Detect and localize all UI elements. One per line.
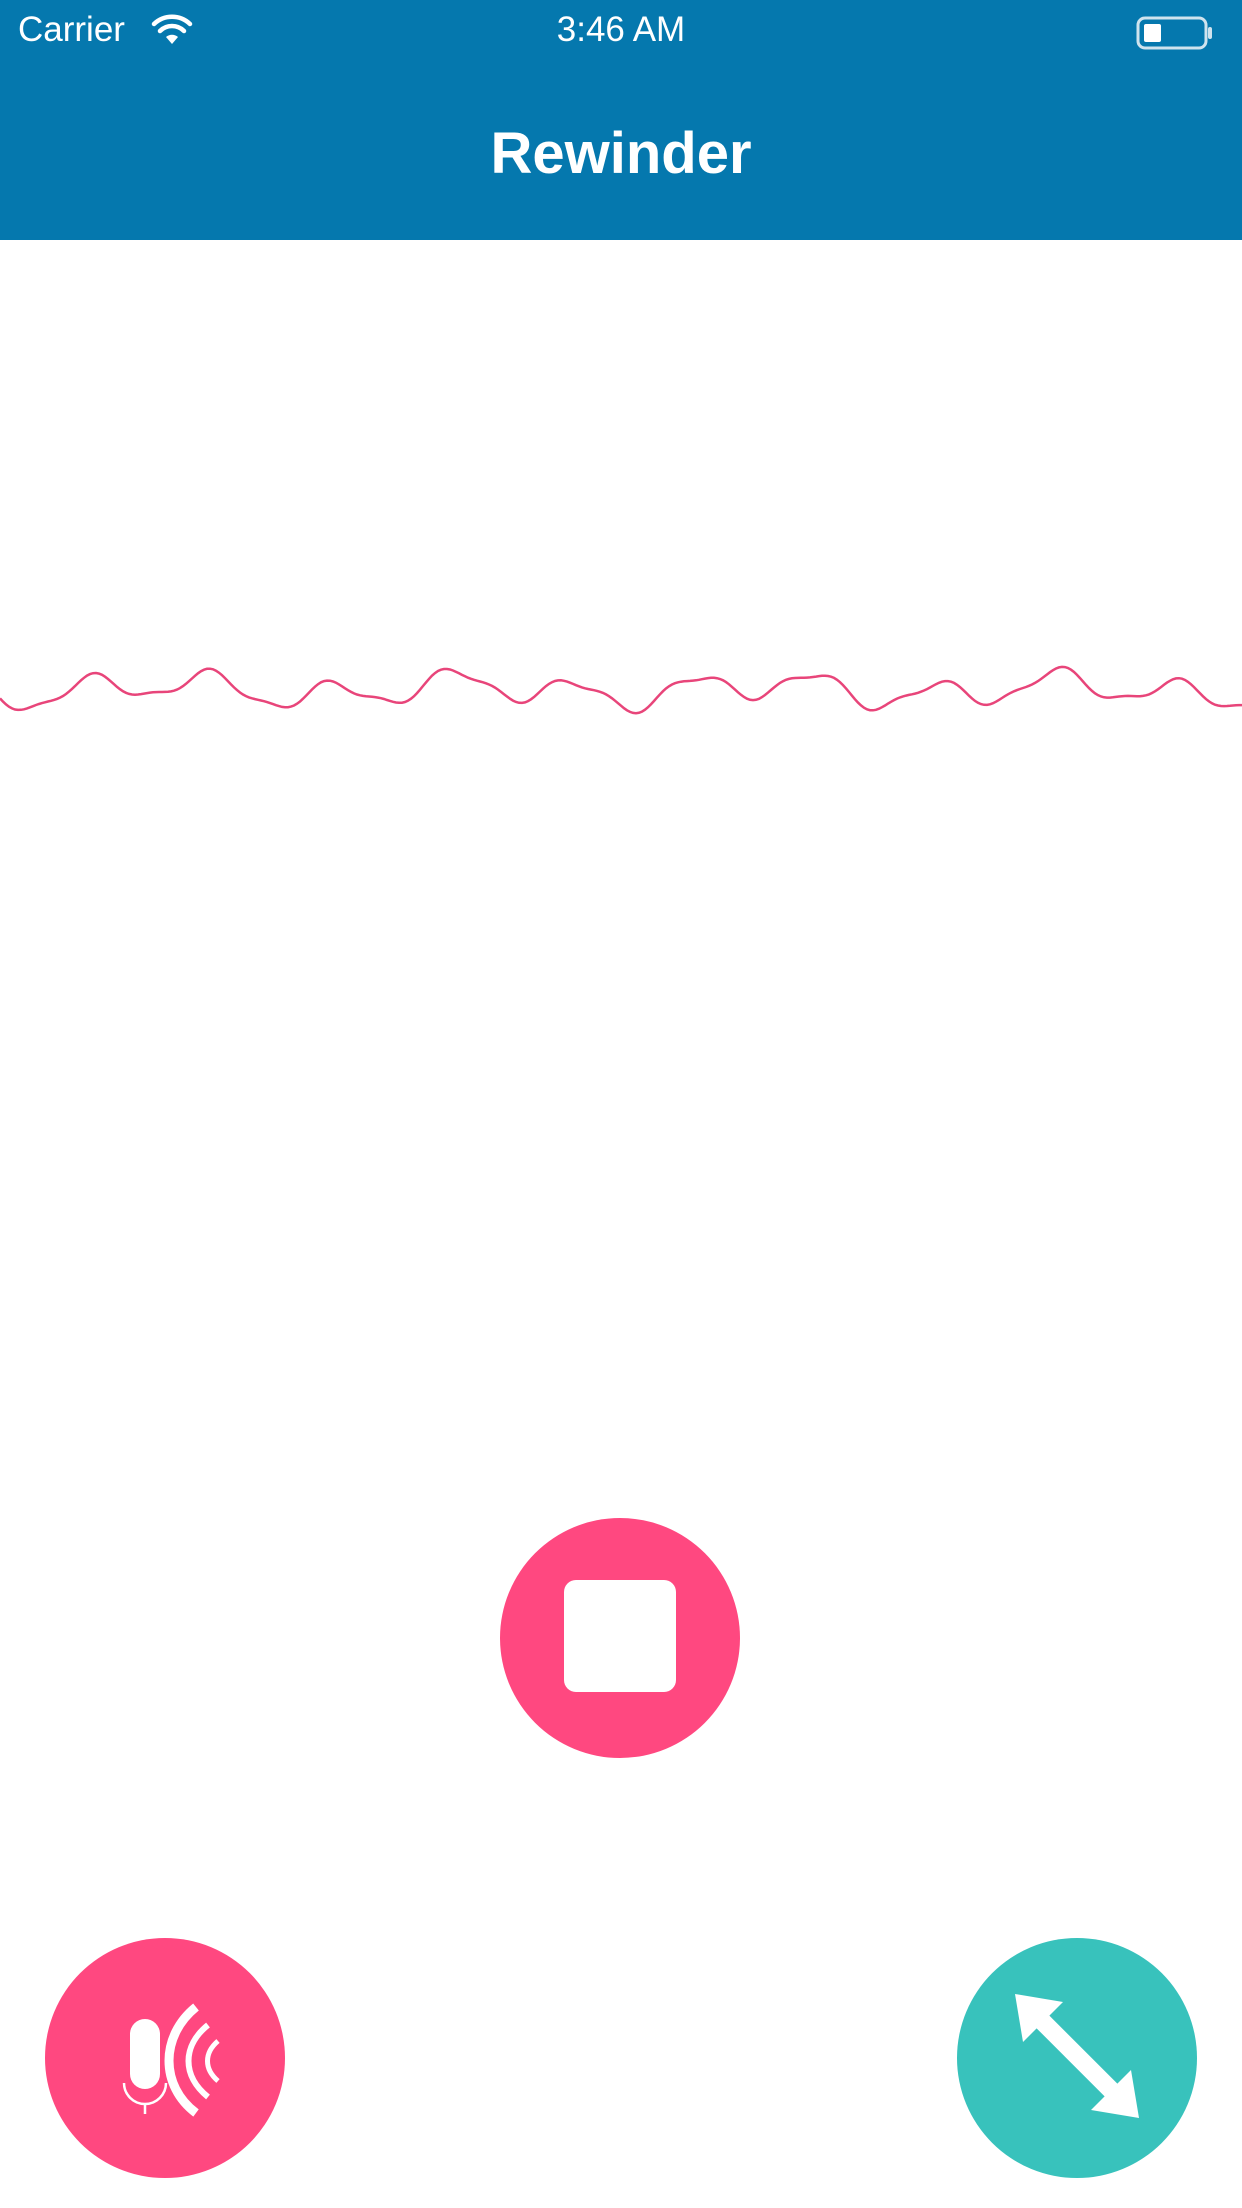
microphone-button[interactable] [45,1938,285,2178]
status-bar: Carrier 3:46 AM [0,0,1242,60]
stop-button[interactable] [500,1518,740,1758]
expand-button[interactable] [957,1938,1197,2178]
stop-icon [564,1579,676,1697]
waveform [0,665,1242,715]
diagonal-arrows-icon [1007,1986,1147,2131]
status-time: 3:46 AM [556,10,686,49]
microphone-broadcast-icon [100,1991,230,2126]
page-title: Rewinder [490,121,752,186]
nav-bar: Carrier 3:46 AM Rewinder [0,0,1242,240]
battery-icon [1136,16,1214,55]
